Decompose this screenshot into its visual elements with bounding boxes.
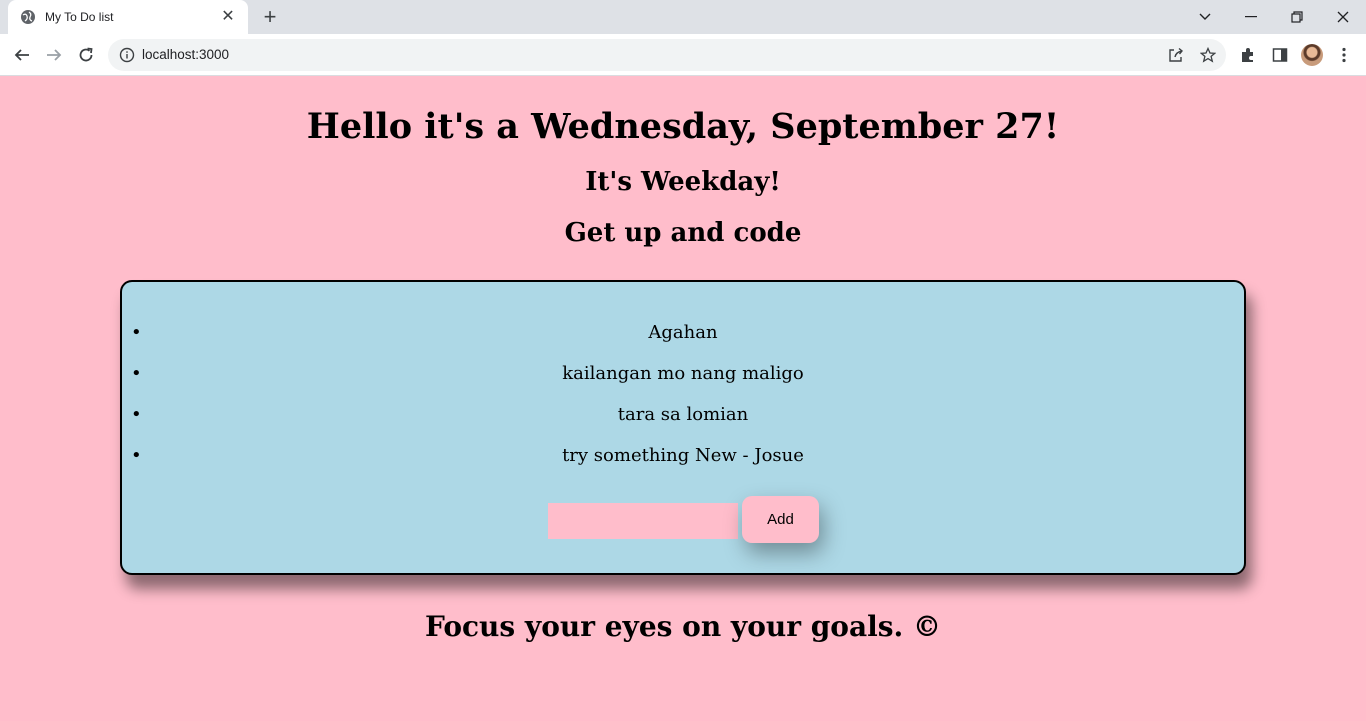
todo-item: • tara sa lomian [122, 394, 1244, 435]
todo-list: • Agahan • kailangan mo nang maligo • tara … [122, 312, 1244, 476]
list-bullet: • [131, 404, 142, 425]
bookmark-star-icon[interactable] [1200, 47, 1216, 63]
add-button[interactable]: Add [742, 496, 819, 543]
profile-avatar[interactable] [1301, 44, 1323, 66]
todo-item: • try something New - Josue [122, 435, 1244, 476]
url-text: localhost:3000 [142, 47, 230, 62]
tab-title: My To Do list [45, 10, 114, 24]
greeting-heading: Hello it's a Wednesday, September 27! [306, 106, 1060, 147]
back-arrow-icon[interactable] [10, 43, 34, 67]
motto-heading: Get up and code [564, 218, 802, 248]
extensions-icon[interactable] [1238, 45, 1258, 65]
todo-item-text: Agahan [648, 322, 718, 343]
forward-arrow-icon[interactable] [42, 43, 66, 67]
tab-search-icon[interactable] [1182, 0, 1228, 34]
site-info-icon[interactable] [119, 47, 135, 63]
browser-tab[interactable]: My To Do list ✕ [8, 0, 248, 34]
new-tab-icon[interactable]: + [258, 6, 282, 28]
day-type-heading: It's Weekday! [585, 167, 781, 197]
list-bullet: • [131, 445, 142, 466]
todo-item-text: kailangan mo nang maligo [562, 363, 804, 384]
menu-kebab-icon[interactable] [1334, 45, 1354, 65]
todo-item: • Agahan [122, 312, 1244, 353]
list-bullet: • [131, 322, 142, 343]
browser-toolbar: localhost:3000 [0, 34, 1366, 76]
side-panel-icon[interactable] [1270, 45, 1290, 65]
close-tab-icon[interactable]: ✕ [220, 9, 236, 25]
globe-icon [21, 10, 35, 24]
share-icon[interactable] [1168, 47, 1184, 63]
minimize-icon[interactable] [1228, 0, 1274, 34]
todo-card: • Agahan • kailangan mo nang maligo • tara … [120, 280, 1246, 575]
todo-item: • kailangan mo nang maligo [122, 353, 1244, 394]
tab-strip: My To Do list ✕ + [0, 0, 1366, 34]
todo-item-text: tara sa lomian [617, 404, 749, 425]
footer-text: Focus your eyes on your goals. © [424, 610, 942, 643]
reload-icon[interactable] [74, 43, 98, 67]
address-bar[interactable]: localhost:3000 [108, 39, 1226, 71]
page-viewport: Hello it's a Wednesday, September 27! It… [0, 76, 1366, 721]
close-window-icon[interactable] [1320, 0, 1366, 34]
list-bullet: • [131, 363, 142, 384]
todo-item-text: try something New - Josue [562, 445, 804, 466]
restore-icon[interactable] [1274, 0, 1320, 34]
new-item-input[interactable] [548, 503, 738, 539]
